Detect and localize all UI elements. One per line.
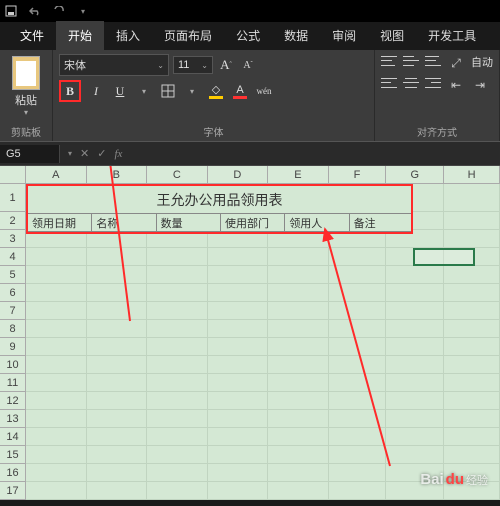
row-header[interactable]: 9 <box>0 338 26 356</box>
row-header[interactable]: 16 <box>0 464 26 482</box>
italic-button[interactable]: I <box>87 82 105 100</box>
font-group: 宋体⌄ 11⌄ Aˆ Aˇ B I U ▾ ▾ ◇ <box>53 50 375 141</box>
col-header[interactable]: G <box>386 166 444 184</box>
align-right-icon[interactable] <box>425 76 441 90</box>
row-headers[interactable]: 1234567891011121314151617 <box>0 184 26 500</box>
dropdown-icon[interactable]: ▾ <box>68 149 72 158</box>
tab-view[interactable]: 视图 <box>368 21 416 50</box>
tab-review[interactable]: 审阅 <box>320 21 368 50</box>
table-header-row: 领用日期名称数量使用部门领用人备注 <box>28 214 411 232</box>
undo-icon[interactable] <box>28 4 42 18</box>
cancel-icon[interactable]: ✕ <box>80 147 89 160</box>
row-header[interactable]: 6 <box>0 284 26 302</box>
tab-data[interactable]: 数据 <box>272 21 320 50</box>
col-header[interactable]: D <box>208 166 269 184</box>
wrap-text-button[interactable]: 自动 <box>471 54 493 72</box>
save-icon[interactable] <box>4 4 18 18</box>
clipboard-group: 粘贴 ▾ 剪贴板 <box>0 50 53 141</box>
decrease-indent-icon[interactable]: ⇤ <box>447 76 465 94</box>
quick-access-toolbar: ▾ <box>0 0 500 22</box>
row-header[interactable]: 14 <box>0 428 26 446</box>
tab-insert[interactable]: 插入 <box>104 21 152 50</box>
decrease-font-icon[interactable]: Aˇ <box>239 56 257 74</box>
align-top-icon[interactable] <box>381 54 397 68</box>
col-header[interactable]: B <box>87 166 148 184</box>
table-header-cell: 领用人 <box>285 214 349 232</box>
row-header[interactable]: 17 <box>0 482 26 500</box>
tab-layout[interactable]: 页面布局 <box>152 21 224 50</box>
name-box[interactable]: G5 <box>0 145 60 163</box>
increase-font-icon[interactable]: Aˆ <box>217 56 235 74</box>
table-header-cell: 数量 <box>157 214 221 232</box>
underline-button[interactable]: U <box>111 82 129 100</box>
align-bottom-icon[interactable] <box>425 54 441 68</box>
row-header[interactable]: 1 <box>0 184 26 212</box>
alignment-group: ⤢ 自动 ⇤ ⇥ 对齐方式 <box>375 50 500 141</box>
font-name-dropdown[interactable]: 宋体⌄ <box>59 54 169 76</box>
watermark: Baidu 经验 <box>420 471 488 488</box>
col-header[interactable]: E <box>268 166 329 184</box>
select-all-corner[interactable] <box>0 166 26 184</box>
row-header[interactable]: 12 <box>0 392 26 410</box>
ribbon: 粘贴 ▾ 剪贴板 宋体⌄ 11⌄ Aˆ Aˇ B <box>0 50 500 142</box>
table-header-cell: 名称 <box>92 214 156 232</box>
fx-icon[interactable]: fx <box>114 148 122 160</box>
orientation-icon[interactable]: ⤢ <box>447 54 465 72</box>
align-middle-icon[interactable] <box>403 54 419 68</box>
col-header[interactable]: A <box>26 166 87 184</box>
border-dropdown-icon[interactable]: ▾ <box>183 82 201 100</box>
table-header-cell: 备注 <box>350 214 411 232</box>
tab-formulas[interactable]: 公式 <box>224 21 272 50</box>
alignment-group-label: 对齐方式 <box>381 122 493 139</box>
table-header-cell: 领用日期 <box>28 214 92 232</box>
ribbon-tabs: 文件 开始 插入 页面布局 公式 数据 审阅 视图 开发工具 <box>0 22 500 50</box>
row-header[interactable]: 10 <box>0 356 26 374</box>
row-header[interactable]: 7 <box>0 302 26 320</box>
font-group-label: 字体 <box>59 122 368 139</box>
table-title: 王允办公用品领用表 <box>28 186 411 214</box>
phonetic-button[interactable]: wén <box>255 82 273 100</box>
align-left-icon[interactable] <box>381 76 397 90</box>
row-header[interactable]: 4 <box>0 248 26 266</box>
confirm-icon[interactable]: ✓ <box>97 147 106 160</box>
qat-dropdown-icon[interactable]: ▾ <box>76 4 90 18</box>
column-headers[interactable]: ABCDEFGH <box>26 166 500 184</box>
clipboard-icon <box>12 56 40 90</box>
tab-developer[interactable]: 开发工具 <box>416 21 488 50</box>
paste-button[interactable]: 粘贴 ▾ <box>6 54 46 119</box>
fill-color-button[interactable]: ◇ <box>207 83 225 99</box>
row-header[interactable]: 3 <box>0 230 26 248</box>
row-header[interactable]: 5 <box>0 266 26 284</box>
tab-file[interactable]: 文件 <box>8 21 56 50</box>
underline-dropdown-icon[interactable]: ▾ <box>135 82 153 100</box>
row-header[interactable]: 2 <box>0 212 26 230</box>
col-header[interactable]: C <box>147 166 208 184</box>
row-header[interactable]: 15 <box>0 446 26 464</box>
align-center-icon[interactable] <box>403 76 419 90</box>
border-button[interactable] <box>159 82 177 100</box>
font-color-button[interactable]: A <box>231 84 249 99</box>
clipboard-group-label: 剪贴板 <box>6 122 46 139</box>
paste-label: 粘贴 <box>15 92 37 108</box>
redo-icon[interactable] <box>52 4 66 18</box>
table-header-cell: 使用部门 <box>221 214 285 232</box>
tab-home[interactable]: 开始 <box>56 21 104 50</box>
col-header[interactable]: F <box>329 166 387 184</box>
worksheet[interactable]: ABCDEFGH 1234567891011121314151617 王允办公用… <box>0 166 500 500</box>
data-table-highlight: 王允办公用品领用表 领用日期名称数量使用部门领用人备注 <box>26 184 413 234</box>
col-header[interactable]: H <box>444 166 500 184</box>
bold-button[interactable]: B <box>59 80 81 102</box>
row-header[interactable]: 8 <box>0 320 26 338</box>
increase-indent-icon[interactable]: ⇥ <box>471 76 489 94</box>
font-size-dropdown[interactable]: 11⌄ <box>173 56 213 74</box>
row-header[interactable]: 13 <box>0 410 26 428</box>
formula-bar: G5 ▾ ✕ ✓ fx <box>0 142 500 166</box>
row-header[interactable]: 11 <box>0 374 26 392</box>
